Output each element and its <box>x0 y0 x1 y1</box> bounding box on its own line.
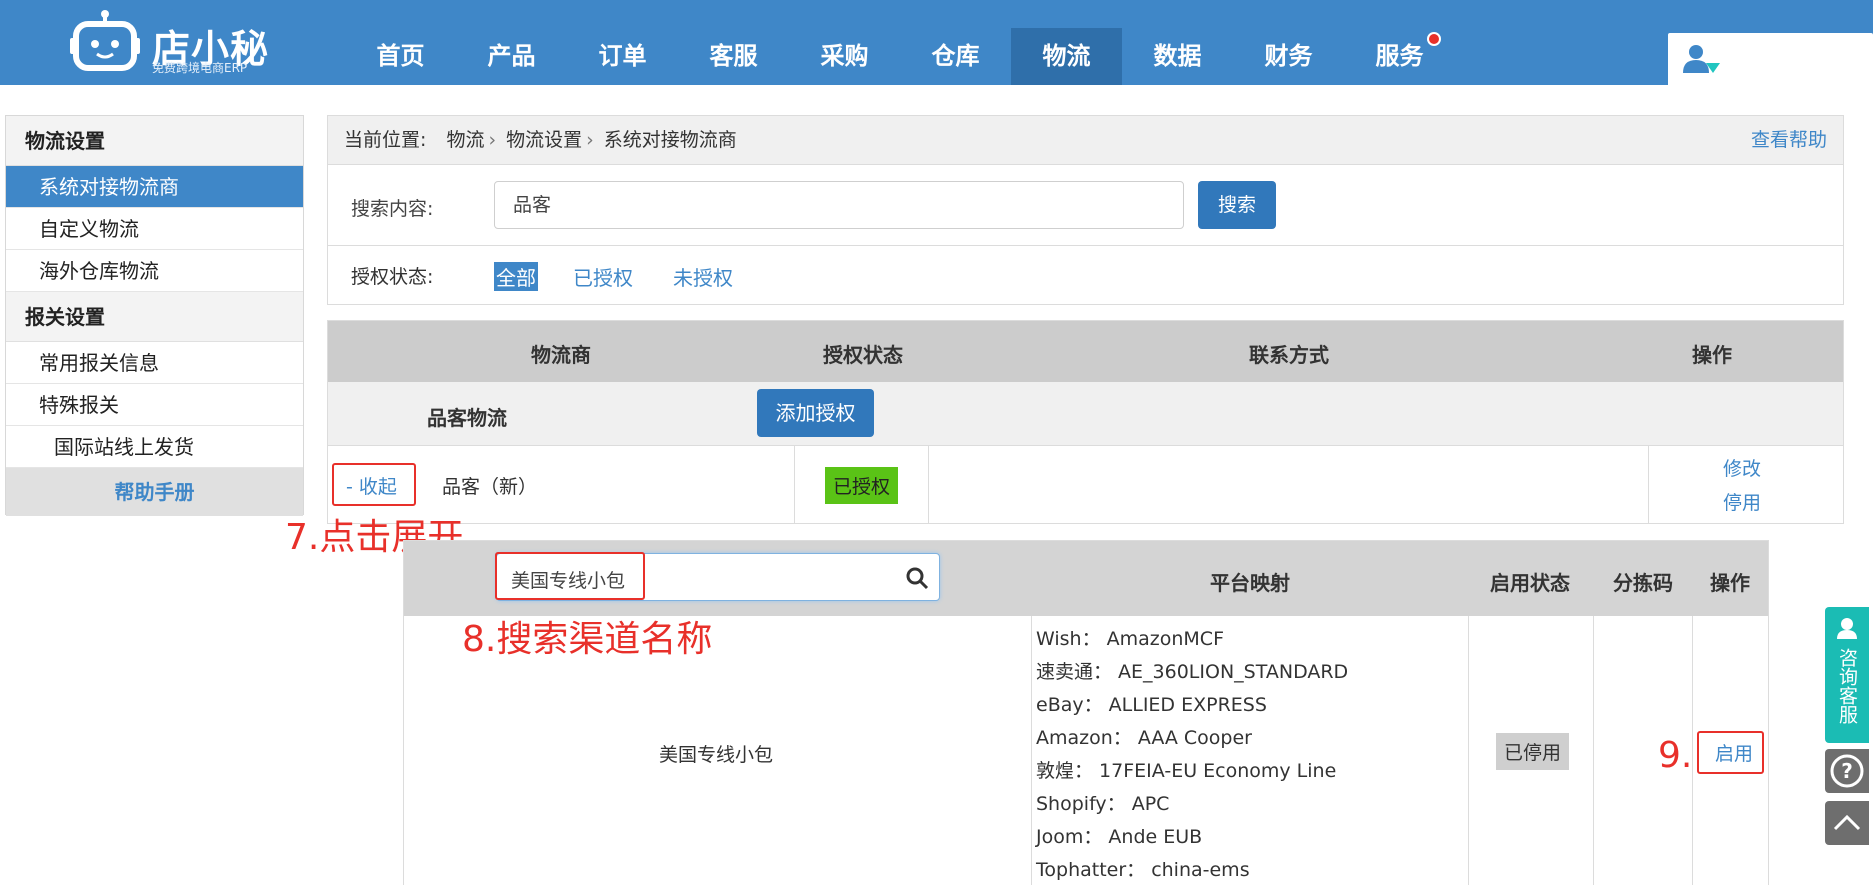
highlight-box-enable <box>1697 731 1764 774</box>
nav-finance[interactable]: 财务 <box>1233 0 1344 85</box>
status-badge-authorized: 已授权 <box>825 467 899 504</box>
nav-data[interactable]: 数据 <box>1122 0 1233 85</box>
mapping-amazon: Amazon： AAA Cooper <box>1036 727 1252 749</box>
notification-dot <box>1427 32 1441 46</box>
search-panel: 当前位置: 物流 › 物流设置 › 系统对接物流商 查看帮助 搜索内容: 品客 搜索… <box>327 115 1844 305</box>
sidebar-item-customs-info[interactable]: 常用报关信息 <box>6 342 303 384</box>
back-to-top-button[interactable] <box>1825 801 1869 845</box>
sidebar-group-customs: 报关设置 <box>6 292 303 342</box>
breadcrumb-logistics-settings[interactable]: 物流设置 <box>506 129 582 151</box>
sidebar-item-special-customs[interactable]: 特殊报关 <box>6 384 303 426</box>
edit-link[interactable]: 修改 <box>1723 454 1761 481</box>
search-button[interactable]: 搜索 <box>1198 181 1276 229</box>
channel-name: 美国专线小包 <box>659 744 774 766</box>
divider <box>1648 446 1649 523</box>
logo-subtitle: 免费跨境电商ERP <box>152 61 248 75</box>
nav-orders[interactable]: 订单 <box>567 0 678 85</box>
carrier-row: - 收起 品客（新） 已授权 修改 停用 <box>328 446 1843 523</box>
breadcrumb-current: 系统对接物流商 <box>603 129 737 151</box>
breadcrumb-prefix: 当前位置: <box>344 129 427 151</box>
highlight-box-channel-search <box>495 552 645 600</box>
sidebar-group-logistics-settings: 物流设置 <box>6 116 303 166</box>
carrier-table: 物流商 授权状态 联系方式 操作 品客物流 添加授权 - 收起 品客（新） 已授… <box>327 320 1844 524</box>
carrier-name: 品客（新） <box>442 476 538 498</box>
col-channel-operations: 操作 <box>1710 571 1750 595</box>
sidebar-item-intl-online-shipping[interactable]: 国际站线上发货 <box>6 426 303 468</box>
chevron-up-icon <box>1833 814 1861 831</box>
carrier-group-name: 品客物流 <box>427 406 507 430</box>
divider <box>794 446 795 523</box>
view-help-link[interactable]: 查看帮助 <box>1751 116 1827 165</box>
search-input[interactable]: 品客 <box>494 181 1184 229</box>
consult-service-button[interactable]: 咨询客服 <box>1825 607 1869 743</box>
carrier-group-row: 品客物流 添加授权 <box>328 382 1843 446</box>
highlight-box-collapse <box>332 463 416 506</box>
filter-all[interactable]: 全部 <box>494 262 538 291</box>
col-enabled-status: 启用状态 <box>1490 571 1570 595</box>
nav-customer-service[interactable]: 客服 <box>678 0 789 85</box>
logo[interactable]: 店小秘 免费跨境电商ERP <box>70 6 270 76</box>
help-float-button[interactable]: ? <box>1825 749 1869 793</box>
svg-text:?: ? <box>1841 759 1853 783</box>
mapping-dhgate: 敦煌： 17FEIA-EU Economy Line <box>1036 760 1337 782</box>
disable-link[interactable]: 停用 <box>1723 488 1761 515</box>
auth-status-label: 授权状态: <box>351 266 434 288</box>
top-header: 店小秘 免费跨境电商ERP 首页 产品 订单 客服 采购 仓库 物流 数据 财务… <box>0 0 1873 85</box>
main-nav: 首页 产品 订单 客服 采购 仓库 物流 数据 财务 服务 <box>345 0 1455 85</box>
col-sort-code: 分拣码 <box>1613 571 1673 595</box>
annotation-step-9: 9. <box>1658 735 1693 776</box>
filter-authorized[interactable]: 已授权 <box>573 262 633 291</box>
divider <box>928 446 929 523</box>
col-contact: 联系方式 <box>1249 343 1329 367</box>
col-carrier: 物流商 <box>531 343 591 367</box>
nav-warehouse[interactable]: 仓库 <box>900 0 1011 85</box>
sidebar-item-custom-logistics[interactable]: 自定义物流 <box>6 208 303 250</box>
question-icon: ? <box>1830 754 1864 788</box>
nav-logistics[interactable]: 物流 <box>1011 28 1122 85</box>
user-icon <box>1683 45 1720 73</box>
nav-products[interactable]: 产品 <box>456 0 567 85</box>
divider <box>1593 616 1594 885</box>
nav-home[interactable]: 首页 <box>345 0 456 85</box>
search-row: 搜索内容: 品客 搜索 <box>328 165 1843 245</box>
user-menu[interactable] <box>1668 33 1873 85</box>
annotation-step-8: 8.搜索渠道名称 <box>462 619 713 660</box>
help-manual-button[interactable]: 帮助手册 <box>6 468 303 516</box>
robot-logo-icon <box>70 10 140 71</box>
col-platform-mapping: 平台映射 <box>1210 571 1290 595</box>
add-authorization-button[interactable]: 添加授权 <box>757 389 874 437</box>
divider <box>1468 616 1469 885</box>
sidebar-item-system-carriers[interactable]: 系统对接物流商 <box>6 166 303 208</box>
mapping-wish: Wish： AmazonMCF <box>1036 628 1225 650</box>
filter-unauthorized[interactable]: 未授权 <box>673 262 733 291</box>
divider <box>328 245 1843 246</box>
sidebar: 物流设置 系统对接物流商 自定义物流 海外仓库物流 报关设置 常用报关信息 特殊… <box>5 115 304 516</box>
col-operations: 操作 <box>1692 343 1732 367</box>
mapping-ebay: eBay： ALLIED EXPRESS <box>1036 694 1267 716</box>
mapping-shopify: Shopify： APC <box>1036 793 1170 815</box>
carrier-table-header: 物流商 授权状态 联系方式 操作 <box>328 321 1843 382</box>
chevron-right-icon: › <box>586 129 594 151</box>
sidebar-item-overseas-warehouse[interactable]: 海外仓库物流 <box>6 250 303 292</box>
headset-icon <box>1837 618 1857 639</box>
search-label: 搜索内容: <box>351 198 434 220</box>
search-icon[interactable] <box>905 566 929 590</box>
mapping-tophatter: Tophatter： china-ems <box>1036 859 1250 881</box>
nav-purchase[interactable]: 采购 <box>789 0 900 85</box>
col-auth-status: 授权状态 <box>823 343 903 367</box>
mapping-aliexpress: 速卖通： AE_360LION_STANDARD <box>1036 661 1349 683</box>
nav-services[interactable]: 服务 <box>1344 0 1455 85</box>
divider <box>1031 616 1032 885</box>
chevron-right-icon: › <box>488 129 497 151</box>
breadcrumb-logistics[interactable]: 物流 <box>446 129 484 151</box>
status-badge-disabled: 已停用 <box>1496 733 1570 770</box>
consult-service-label: 咨询客服 <box>1836 648 1858 724</box>
breadcrumb: 当前位置: 物流 › 物流设置 › 系统对接物流商 查看帮助 <box>328 116 1843 165</box>
mapping-joom: Joom： Ande EUB <box>1036 826 1203 848</box>
